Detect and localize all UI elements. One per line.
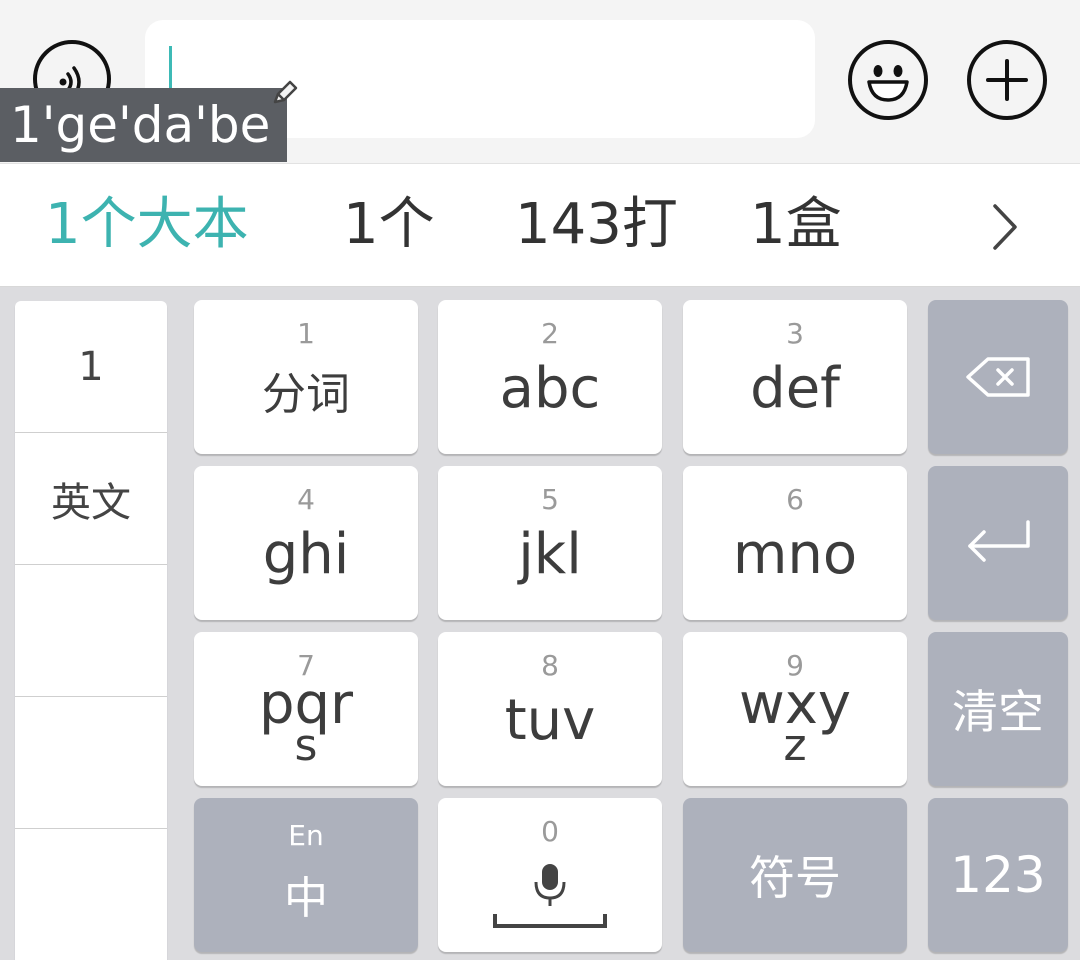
key-label: ghi	[262, 522, 350, 587]
side-list-item[interactable]: 英文	[15, 433, 167, 565]
key-2[interactable]: 2 abc	[438, 300, 662, 454]
key-number: 1	[297, 317, 315, 350]
backspace-icon	[966, 357, 1030, 397]
key-1[interactable]: 1 分词	[194, 300, 418, 454]
input-bar: 1'ge'da'be	[0, 0, 1080, 163]
enter-icon	[968, 520, 1030, 562]
side-list: 1 英文	[15, 301, 167, 960]
backspace-key[interactable]	[928, 300, 1068, 454]
candidate-bar: 1个大本 1个 143打 1盒	[0, 163, 1080, 287]
side-list-item[interactable]	[15, 697, 167, 829]
symbols-key[interactable]: 符号	[683, 798, 907, 952]
candidate-item[interactable]: 143打	[515, 164, 678, 286]
key-label-extra: s	[294, 720, 318, 771]
key-label: 123	[950, 846, 1046, 904]
key-label: 清空	[952, 685, 1044, 739]
key-9[interactable]: 9 wxy z	[683, 632, 907, 786]
t9-keyboard: 1 英文 1 分词 2 abc 3 def 4 ghi 5 jkl 6 mno	[0, 287, 1080, 960]
composing-text-popup[interactable]: 1'ge'da'be	[0, 88, 287, 162]
key-number: 4	[297, 483, 315, 516]
key-label: def	[750, 356, 840, 421]
space-key[interactable]: 0	[438, 798, 662, 952]
side-list-item[interactable]	[15, 829, 167, 960]
key-label: jkl	[518, 522, 582, 587]
key-4[interactable]: 4 ghi	[194, 466, 418, 620]
key-label: tuv	[504, 688, 596, 753]
numeric-key[interactable]: 123	[928, 798, 1068, 952]
chevron-right-icon[interactable]	[985, 202, 1025, 252]
candidate-item[interactable]: 1个	[343, 164, 435, 286]
side-list-item[interactable]: 1	[15, 301, 167, 433]
candidate-item[interactable]: 1盒	[750, 164, 842, 286]
key-label: 分词	[262, 369, 350, 420]
key-label: 中	[284, 873, 328, 924]
pencil-icon[interactable]	[270, 78, 300, 108]
key-label: 符号	[749, 851, 841, 905]
key-number: 2	[541, 317, 559, 350]
more-options-button[interactable]	[967, 40, 1047, 120]
key-8[interactable]: 8 tuv	[438, 632, 662, 786]
microphone-icon	[493, 864, 607, 928]
clear-key[interactable]: 清空	[928, 632, 1068, 786]
key-3[interactable]: 3 def	[683, 300, 907, 454]
key-5[interactable]: 5 jkl	[438, 466, 662, 620]
side-list-item[interactable]	[15, 565, 167, 697]
enter-key[interactable]	[928, 466, 1068, 620]
key-number: 6	[786, 483, 804, 516]
key-number: 5	[541, 483, 559, 516]
key-label-extra: z	[783, 720, 807, 771]
key-label: mno	[732, 522, 858, 587]
candidate-item[interactable]: 1个大本	[45, 164, 249, 286]
key-label: abc	[499, 356, 601, 421]
smiley-icon	[867, 65, 909, 102]
key-number: 8	[541, 649, 559, 682]
key-6[interactable]: 6 mno	[683, 466, 907, 620]
key-number: 3	[786, 317, 804, 350]
emoji-button[interactable]	[848, 40, 928, 120]
plus-icon	[986, 59, 1028, 101]
language-switch-key[interactable]: En 中	[194, 798, 418, 952]
key-7[interactable]: 7 pqr s	[194, 632, 418, 786]
key-small-label: En	[288, 819, 324, 852]
